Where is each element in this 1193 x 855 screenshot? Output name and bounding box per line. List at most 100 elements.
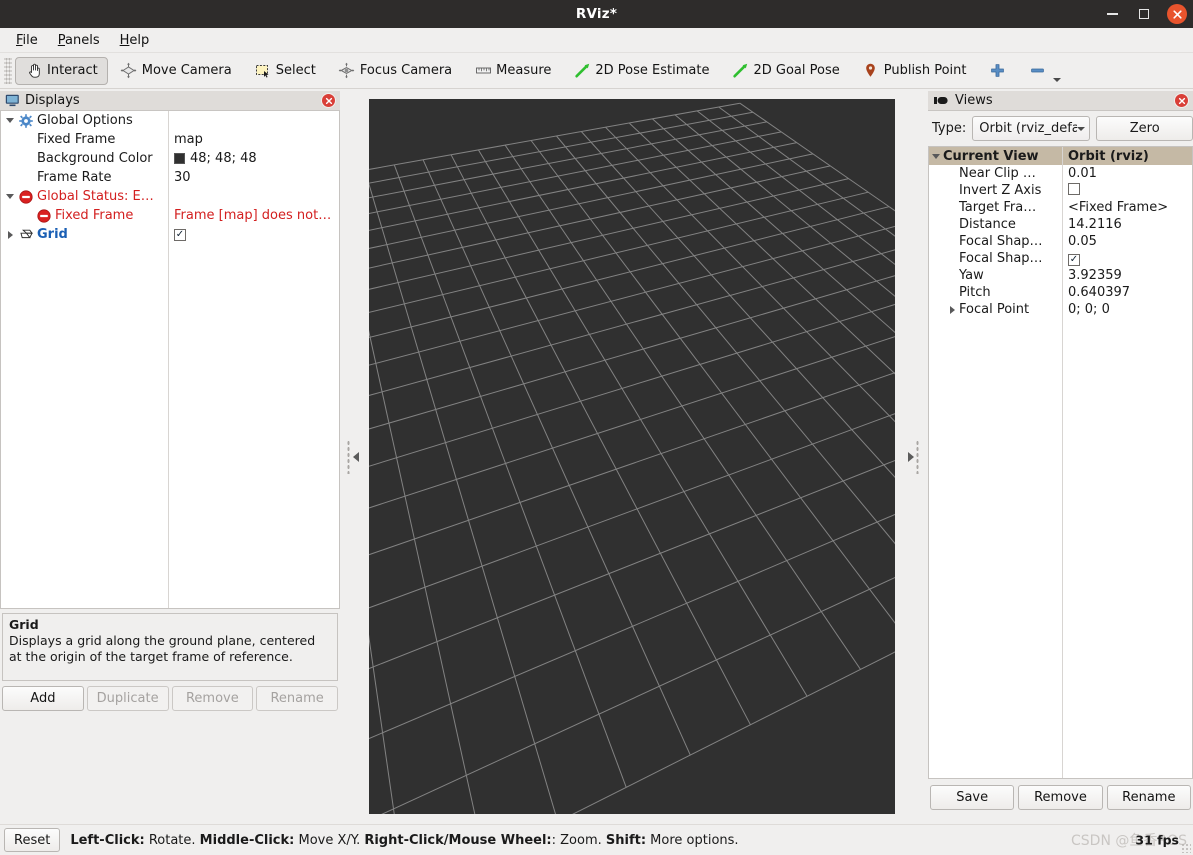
tool-measure-button[interactable]: Measure	[464, 57, 561, 85]
tool-move-camera-button[interactable]: Move Camera	[110, 57, 242, 85]
rename-view-button[interactable]: Rename	[1107, 785, 1191, 810]
hand-cursor-icon	[25, 62, 43, 80]
display-description-body: Displays a grid along the ground plane, …	[9, 633, 315, 664]
left-splitter-handle[interactable]	[342, 99, 369, 814]
views-row-value[interactable]: 3.92359	[1062, 268, 1122, 283]
views-row-6[interactable]: Yaw3.92359	[929, 267, 1192, 284]
views-row-4[interactable]: Focal Shap…0.05	[929, 233, 1192, 250]
remove-tool-button[interactable]	[1018, 57, 1074, 85]
displays-row-6[interactable]: Grid✓	[1, 225, 339, 244]
displays-row-value[interactable]: ✓	[168, 229, 186, 241]
displays-row-name: Frame Rate	[1, 170, 168, 185]
maximize-icon[interactable]	[1135, 5, 1153, 23]
chevron-down-icon[interactable]	[3, 194, 17, 199]
displays-row-value[interactable]: 48; 48; 48	[168, 151, 257, 166]
tool-publish-point-button[interactable]: Publish Point	[852, 57, 977, 85]
views-row-value[interactable]: ✓	[1062, 251, 1080, 266]
remove-view-button[interactable]: Remove	[1018, 785, 1102, 810]
tool-2d-pose-estimate-label: 2D Pose Estimate	[595, 63, 709, 78]
views-row-2[interactable]: Target Fra… <Fixed Frame>	[929, 199, 1192, 216]
views-row-7[interactable]: Pitch0.640397	[929, 284, 1192, 301]
add-tool-button[interactable]	[978, 57, 1016, 85]
add-display-button[interactable]: Add	[2, 686, 84, 711]
status-hint-action: More options.	[646, 833, 739, 848]
tool-focus-camera-button[interactable]: Focus Camera	[328, 57, 462, 85]
displays-row-2[interactable]: Background Color 48; 48; 48	[1, 149, 339, 168]
views-row-8[interactable]: Focal Point0; 0; 0	[929, 301, 1192, 318]
splitter-grip-dots	[916, 440, 919, 474]
views-row-value[interactable]: 0; 0; 0	[1062, 302, 1110, 317]
color-swatch[interactable]	[174, 153, 185, 164]
current-view-twisty[interactable]	[929, 154, 943, 159]
zero-view-button[interactable]: Zero	[1096, 116, 1193, 141]
view-type-select[interactable]: Orbit (rviz_defau	[972, 116, 1090, 141]
displays-row-name: Global Status: E…	[1, 189, 168, 204]
tool-interact-button[interactable]: Interact	[15, 57, 108, 85]
views-row-5[interactable]: Focal Shap…✓	[929, 250, 1192, 267]
displays-row-1[interactable]: Fixed Framemap	[1, 130, 339, 149]
views-row-value[interactable]	[1062, 183, 1080, 199]
status-hint-key: Left-Click:	[70, 833, 144, 848]
tool-2d-goal-pose-label: 2D Goal Pose	[753, 63, 839, 78]
menu-file[interactable]: File	[8, 31, 46, 50]
views-row-checkbox[interactable]	[1068, 183, 1080, 195]
displays-row-value[interactable]: Frame [map] does not…	[168, 208, 331, 223]
toolbar-grip[interactable]	[4, 58, 12, 84]
ruler-icon	[474, 62, 492, 80]
rviz-window: RViz* File Panels Help Interact	[0, 0, 1193, 855]
close-views-panel-button[interactable]	[1174, 93, 1189, 108]
tool-bar: Interact Move Camera	[0, 53, 1193, 89]
3d-viewport[interactable]	[369, 99, 895, 814]
minus-icon	[1028, 62, 1046, 80]
display-enabled-checkbox[interactable]: ✓	[174, 229, 186, 241]
tool-2d-pose-estimate-button[interactable]: 2D Pose Estimate	[563, 57, 719, 85]
views-row-1[interactable]: Invert Z Axis	[929, 182, 1192, 199]
chevron-right-icon[interactable]	[3, 231, 17, 239]
save-view-button[interactable]: Save	[930, 785, 1014, 810]
views-row-0[interactable]: Near Clip …0.01	[929, 165, 1192, 182]
status-bar: Reset Left-Click: Rotate. Middle-Click: …	[0, 824, 1193, 855]
duplicate-display-button[interactable]: Duplicate	[87, 686, 169, 711]
tool-2d-goal-pose-button[interactable]: 2D Goal Pose	[721, 57, 849, 85]
reset-button[interactable]: Reset	[4, 828, 60, 852]
close-icon[interactable]	[1167, 4, 1187, 24]
views-row-value[interactable]: 14.2116	[1062, 217, 1122, 232]
remove-display-button[interactable]: Remove	[172, 686, 254, 711]
displays-row-0[interactable]: Global Options	[1, 111, 339, 130]
resize-grip[interactable]	[1181, 843, 1191, 853]
collapse-right-panel-icon[interactable]	[908, 452, 914, 462]
views-row-value[interactable]: 0.01	[1062, 166, 1097, 181]
toolbar-overflow-button[interactable]	[1050, 57, 1064, 85]
rename-display-button[interactable]: Rename	[256, 686, 338, 711]
displays-panel-header: Displays	[0, 91, 340, 111]
displays-row-value[interactable]: map	[168, 132, 203, 147]
views-row-value[interactable]: 0.05	[1062, 234, 1097, 249]
menu-panels[interactable]: Panels	[50, 31, 108, 50]
displays-row-label: Background Color	[35, 151, 153, 166]
tool-select-label: Select	[276, 63, 316, 78]
views-row-checkbox[interactable]: ✓	[1068, 254, 1080, 266]
chevron-right-icon[interactable]	[929, 306, 959, 314]
views-row-label: Target Fra…	[959, 200, 1036, 215]
collapse-left-panel-icon[interactable]	[353, 452, 359, 462]
views-header-col2: Orbit (rviz)	[1062, 149, 1149, 164]
displays-row-3[interactable]: Frame Rate30	[1, 168, 339, 187]
menu-help[interactable]: Help	[112, 31, 158, 50]
displays-row-4[interactable]: Global Status: E…	[1, 187, 339, 206]
close-displays-panel-button[interactable]	[321, 93, 336, 108]
right-splitter-handle[interactable]	[897, 99, 924, 814]
minimize-icon[interactable]	[1103, 5, 1121, 23]
views-row-value[interactable]: <Fixed Frame>	[1062, 200, 1168, 215]
views-row-value[interactable]: 0.640397	[1062, 285, 1130, 300]
chevron-down-icon[interactable]	[3, 118, 17, 123]
displays-row-5[interactable]: Fixed FrameFrame [map] does not…	[1, 206, 339, 225]
displays-column-divider[interactable]	[168, 111, 169, 608]
displays-panel-title: Displays	[25, 93, 80, 108]
displays-row-value[interactable]: 30	[168, 170, 191, 185]
displays-tree[interactable]: Global OptionsFixed FramemapBackground C…	[0, 111, 340, 609]
views-column-divider[interactable]	[1062, 147, 1063, 778]
views-row-3[interactable]: Distance14.2116	[929, 216, 1192, 233]
views-tree[interactable]: Current View Orbit (rviz) Near Clip …0.0…	[928, 146, 1193, 779]
tool-select-button[interactable]: Select	[244, 57, 326, 85]
views-row-name: Distance	[929, 217, 1062, 232]
